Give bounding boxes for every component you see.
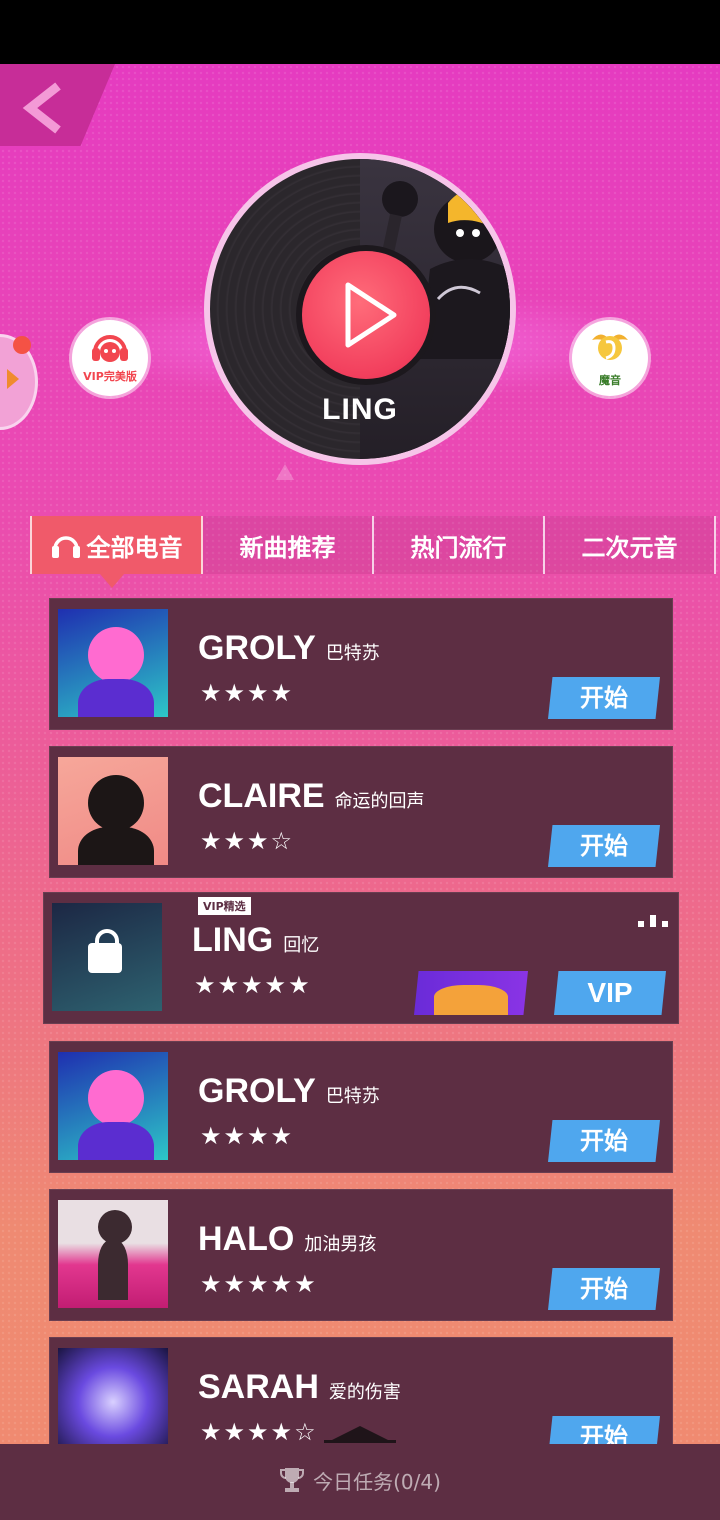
vip-full-version-button[interactable]: VIP完美版 (72, 320, 148, 396)
category-tabs: 全部电音 新曲推荐 热门流行 二次元音 (30, 516, 716, 588)
tab-all-electronic[interactable]: 全部电音 (30, 516, 203, 588)
song-row-vip[interactable]: VIP精选 LING 回忆 ★★★★★ VIP (43, 892, 679, 1024)
song-title: 命运的回声 (334, 791, 425, 812)
song-cover (52, 903, 162, 1011)
vip-button[interactable]: VIP (554, 971, 666, 1015)
song-title: 爱的伤害 (328, 1382, 401, 1403)
play-icon (345, 282, 397, 348)
headphones-icon (51, 536, 80, 558)
loading-indicator (638, 913, 678, 927)
song-artist: GROLY (198, 1072, 316, 1110)
song-rating: ★★★★★ (194, 971, 312, 999)
start-button[interactable]: 开始 (548, 1120, 660, 1162)
back-button[interactable] (0, 64, 115, 146)
song-rating: ★★★★ (200, 1122, 295, 1150)
now-playing-title: LING (322, 393, 398, 426)
vip-picks-badge: VIP精选 (198, 897, 251, 915)
daily-task-bar[interactable]: 今日任务(0/4) (0, 1426, 720, 1520)
song-artist: HALO (198, 1220, 295, 1258)
tab-label: 热门流行 (410, 533, 507, 562)
tab-anime[interactable]: 二次元音 (545, 516, 716, 574)
start-button[interactable]: 开始 (548, 677, 660, 719)
chevron-left-icon (22, 82, 61, 134)
magic-sound-button[interactable]: 魔音 (572, 320, 648, 396)
vip-full-version-label: VIP完美版 (83, 370, 137, 383)
winged-clef-icon (592, 334, 628, 360)
magic-sound-label: 魔音 (599, 374, 621, 387)
song-artist: CLAIRE (198, 777, 325, 815)
expand-handle-icon[interactable] (322, 1422, 398, 1444)
start-button[interactable]: 开始 (548, 825, 660, 867)
song-row[interactable]: CLAIRE 命运的回声 ★★★☆ 开始 (49, 746, 673, 878)
tab-new-songs[interactable]: 新曲推荐 (203, 516, 374, 574)
play-button[interactable] (302, 251, 430, 379)
tab-popular[interactable]: 热门流行 (374, 516, 545, 574)
daily-task-label: 今日任务(0/4) (313, 1470, 441, 1494)
now-playing-record: LING (204, 153, 516, 465)
tab-label: 新曲推荐 (239, 533, 336, 562)
daily-task-button[interactable]: 今日任务(0/4) (0, 1466, 720, 1495)
song-cover (58, 757, 168, 865)
song-artist: LING (192, 921, 274, 959)
song-rating: ★★★★☆ (200, 1418, 318, 1446)
song-rating: ★★★★★ (200, 1270, 318, 1298)
song-title: 回忆 (283, 935, 320, 956)
song-rating: ★★★★ (200, 679, 295, 707)
song-cover (58, 1348, 168, 1456)
song-cover (58, 609, 168, 717)
headphones-mascot-icon (92, 335, 128, 362)
song-rating: ★★★☆ (200, 827, 295, 855)
tab-label: 全部电音 (86, 533, 183, 562)
start-button[interactable]: 开始 (548, 1268, 660, 1310)
song-title: 加油男孩 (304, 1234, 377, 1255)
app-screen: VIP完美版 魔音 LING 全部电音 新曲推荐 热门流行 二次元音 GROLY… (0, 64, 720, 1520)
tab-label: 二次元音 (581, 533, 678, 562)
song-row[interactable]: GROLY 巴特苏 ★★★★ 开始 (49, 1041, 673, 1173)
lock-icon (88, 929, 122, 973)
notification-dot (13, 336, 31, 354)
decor-triangle (276, 464, 294, 480)
song-title: 巴特苏 (325, 1086, 380, 1107)
arrow-right-icon (7, 369, 19, 389)
song-row[interactable]: HALO 加油男孩 ★★★★★ 开始 (49, 1189, 673, 1321)
song-artist: SARAH (198, 1368, 319, 1406)
vip-promo-art (414, 971, 528, 1015)
trophy-icon (280, 1468, 305, 1492)
song-cover (58, 1052, 168, 1160)
song-artist: GROLY (198, 629, 316, 667)
song-cover (58, 1200, 168, 1308)
song-row[interactable]: GROLY 巴特苏 ★★★★ 开始 (49, 598, 673, 730)
status-bar (0, 0, 720, 64)
song-title: 巴特苏 (325, 643, 380, 664)
